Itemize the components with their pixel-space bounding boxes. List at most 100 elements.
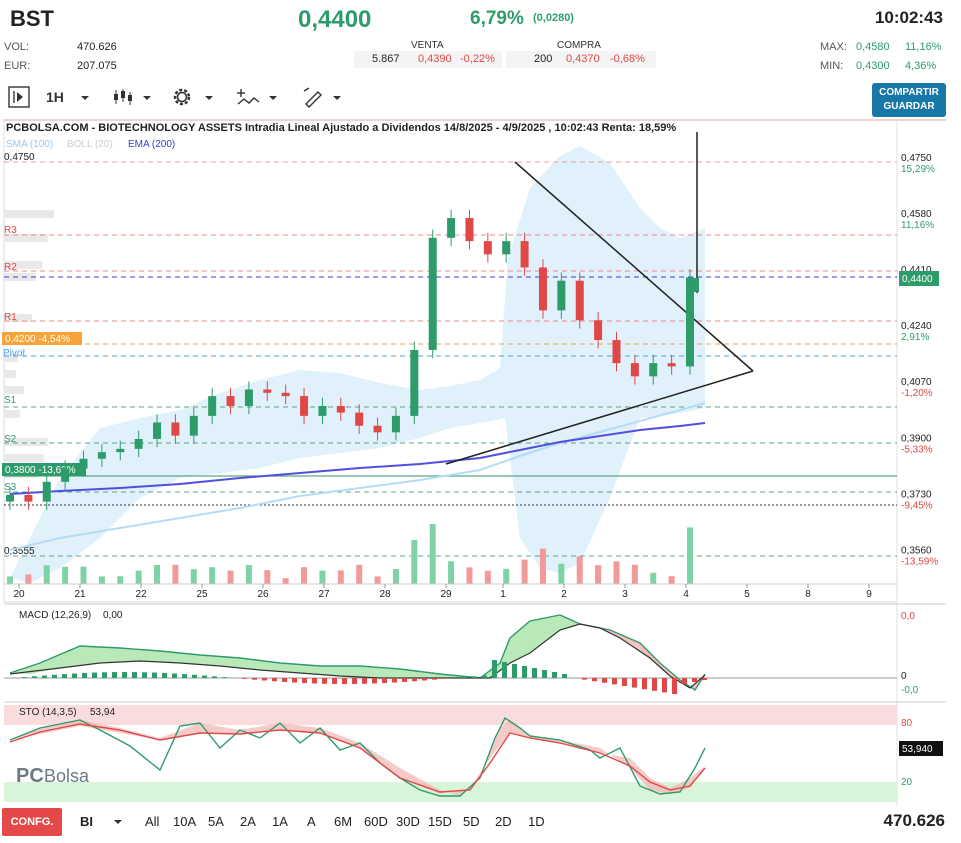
chevron-down-icon[interactable] — [113, 818, 123, 826]
play-icon[interactable] — [8, 86, 30, 108]
candle-body — [373, 425, 382, 433]
price-tick-pct: 2,91% — [901, 332, 929, 343]
macd-hist-bar — [192, 674, 197, 678]
sell-price: 0,4390 — [418, 53, 452, 65]
sto-value: 53,94 — [90, 707, 115, 718]
macd-hist-bar — [102, 672, 107, 678]
x-tick: 25 — [196, 589, 208, 600]
max-label: MAX: — [820, 41, 847, 53]
macd-hist-bar — [152, 672, 157, 678]
price-tick: 0,3730 — [901, 489, 932, 500]
macd-axis-neg: -0,0 — [901, 685, 919, 696]
macd-hist-bar — [532, 668, 537, 678]
brand-pc: PC — [16, 765, 44, 787]
pencil-icon[interactable] — [302, 86, 324, 108]
macd-hist-bar — [272, 678, 277, 682]
macd-axis-zero: 0 — [901, 671, 907, 682]
range-30d[interactable]: 30D — [396, 814, 420, 829]
range-6m[interactable]: 6M — [334, 814, 352, 829]
volume-bar — [172, 564, 179, 584]
macd-hist-bar — [352, 678, 357, 684]
legend-ema: EMA (200) — [128, 139, 175, 150]
macd-hist-bar — [242, 678, 247, 679]
candle-body — [79, 458, 88, 469]
range-60d[interactable]: 60D — [364, 814, 388, 829]
gear-icon[interactable] — [171, 86, 193, 108]
volume-bar — [687, 527, 693, 584]
scale-selector[interactable]: BI — [80, 814, 93, 829]
macd-hist-bar — [652, 678, 657, 691]
range-2d[interactable]: 2D — [495, 814, 512, 829]
candles-icon[interactable] — [112, 88, 134, 106]
min-pct: 4,36% — [905, 60, 937, 72]
candle-body — [300, 396, 309, 416]
macd-hist-bar — [322, 678, 327, 684]
sto-tag: 53,940 — [902, 744, 933, 755]
chevron-down-icon[interactable] — [268, 94, 278, 102]
macd-hist-bar — [332, 678, 337, 684]
chevron-down-icon[interactable] — [142, 94, 152, 102]
macd-hist-bar — [32, 676, 37, 678]
candle-body — [6, 495, 14, 502]
macd-hist-bar — [282, 678, 287, 682]
price-tick: 0,4070 — [901, 377, 932, 388]
candle-body — [244, 389, 253, 406]
macd-hist-bar — [642, 678, 647, 690]
range-2a[interactable]: 2A — [240, 814, 256, 829]
share-label: COMPARTIR — [879, 87, 939, 98]
macd-hist-bar — [312, 678, 317, 684]
price-tick: 0,4750 — [901, 153, 932, 164]
macd-hist-bar — [412, 678, 417, 682]
chart-title: PCBOLSA.COM - BIOTECHNOLOGY ASSETS Intra… — [6, 122, 676, 134]
timeframe-selector[interactable]: 1H — [46, 89, 64, 105]
eur-value: 207.075 — [77, 60, 117, 72]
min-value: 0,4300 — [856, 60, 890, 72]
candle-body — [336, 405, 345, 413]
candle-body — [483, 241, 492, 255]
range-5a[interactable]: 5A — [208, 814, 224, 829]
candle-body — [318, 405, 327, 416]
volume-bar — [337, 570, 344, 584]
share-save-button[interactable]: COMPARTIR GUARDAR — [872, 83, 946, 117]
candle-body — [594, 320, 603, 341]
macd-hist-bar — [42, 675, 47, 678]
range-5d[interactable]: 5D — [463, 814, 480, 829]
volume-bar — [650, 572, 657, 584]
volume-bar — [374, 576, 381, 584]
candle-body — [667, 363, 676, 367]
macd-hist-bar — [302, 678, 307, 684]
range-1a[interactable]: 1A — [272, 814, 288, 829]
buy-pct: -0,68% — [610, 53, 645, 65]
macd-hist-bar — [482, 675, 487, 678]
chevron-down-icon[interactable] — [80, 94, 90, 102]
range-10a[interactable]: 10A — [173, 814, 196, 829]
chevron-down-icon[interactable] — [332, 94, 342, 102]
x-tick: 22 — [135, 589, 147, 600]
price-tick: 0,4580 — [901, 209, 932, 220]
config-button[interactable]: CONFG. — [2, 808, 62, 836]
bottom-volume: 470.626 — [883, 811, 945, 830]
volume-bar — [558, 563, 565, 584]
indicators-icon[interactable] — [236, 87, 260, 107]
range-15d[interactable]: 15D — [428, 814, 452, 829]
volume-bar — [282, 578, 289, 584]
sto-axis-low: 20 — [901, 777, 913, 788]
candle-body — [649, 363, 658, 377]
buy-label: COMPRA — [557, 40, 601, 51]
macd-hist-bar — [212, 676, 217, 678]
candle-body — [97, 452, 106, 459]
candle-body — [116, 448, 125, 453]
range-1d[interactable]: 1D — [528, 814, 545, 829]
range-all[interactable]: All — [145, 814, 159, 829]
chart-area[interactable]: PCBOLSA.COM - BIOTECHNOLOGY ASSETS Intra… — [0, 118, 961, 808]
macd-hist-bar — [372, 678, 377, 684]
volume-bar — [411, 540, 418, 584]
price-tick: 0,3560 — [901, 545, 932, 556]
candle-body — [153, 422, 162, 439]
macd-hist-bar — [92, 672, 97, 678]
sto-axis-high: 80 — [901, 718, 913, 729]
macd-hist-bar — [112, 672, 117, 678]
chevron-down-icon[interactable] — [204, 94, 214, 102]
range-a[interactable]: A — [307, 814, 316, 829]
x-tick: 2 — [561, 589, 567, 600]
